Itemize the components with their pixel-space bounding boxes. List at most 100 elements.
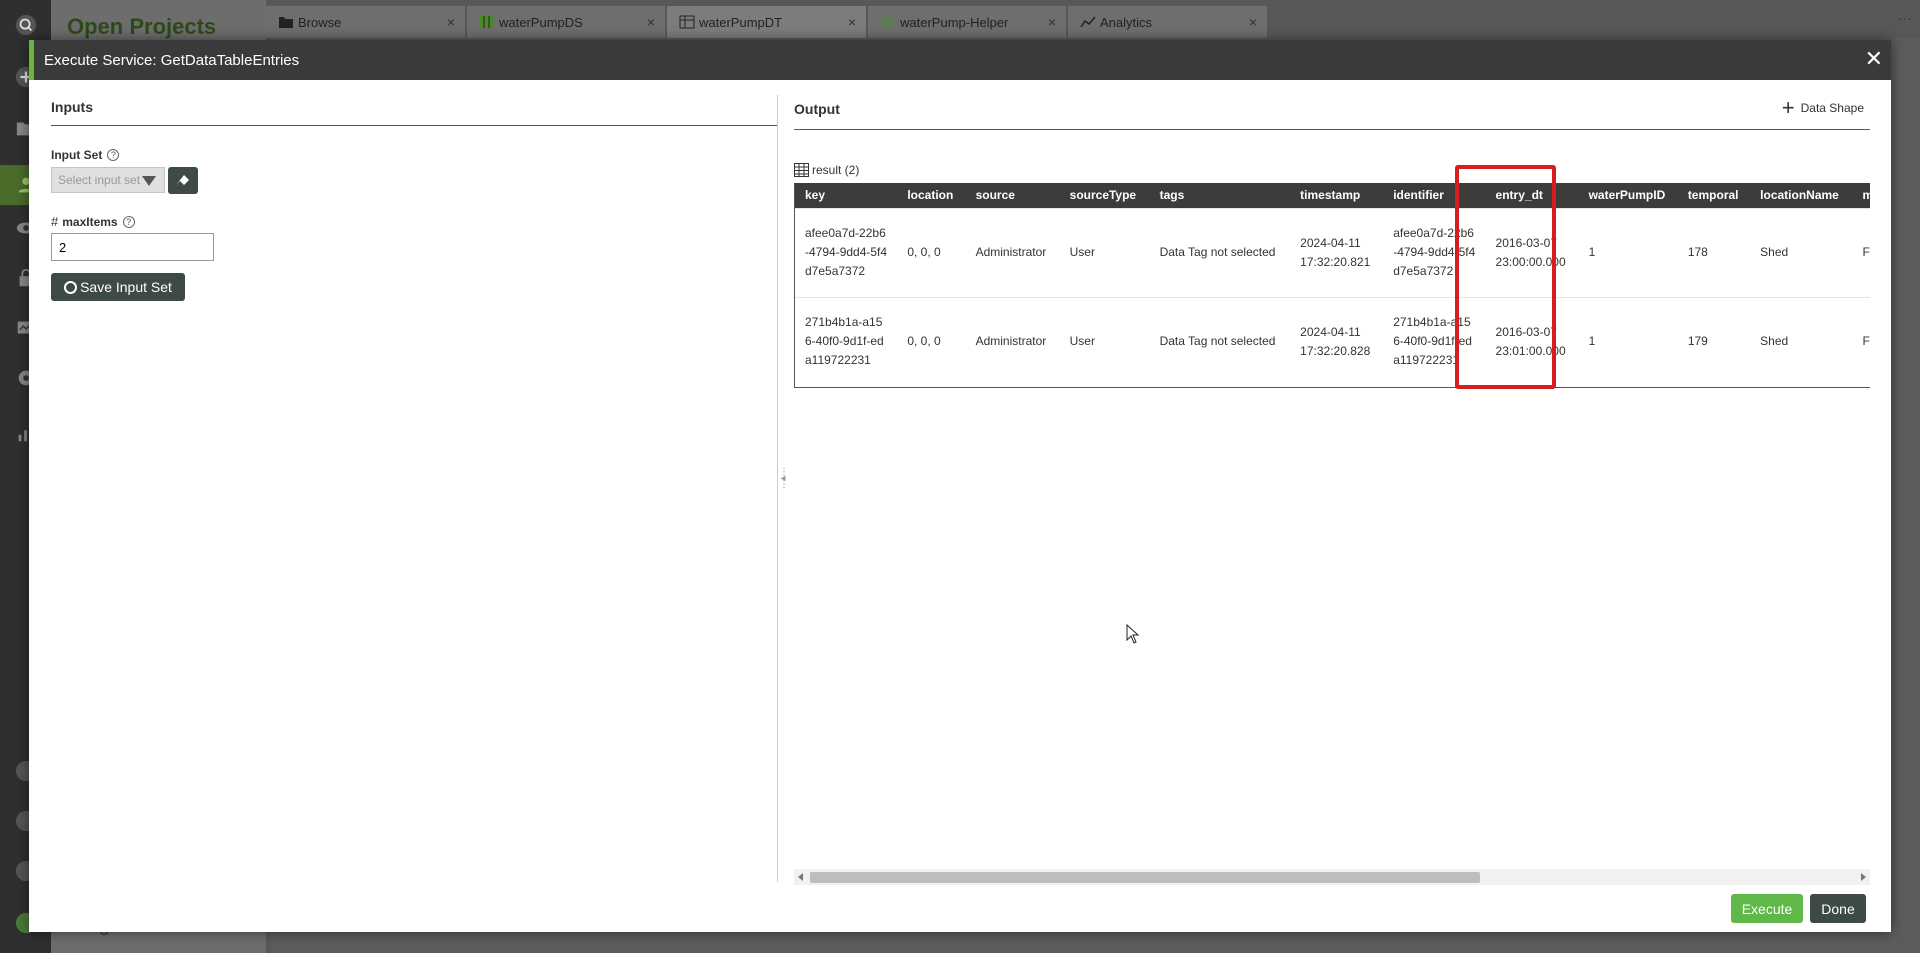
tab-label: waterPumpDS xyxy=(499,14,583,30)
horizontal-scrollbar[interactable] xyxy=(794,869,1870,885)
table-cell: 2024-04-11 17:32:20.828 xyxy=(1290,296,1384,386)
table-cell: Shed xyxy=(1750,207,1853,297)
close-icon[interactable]: × xyxy=(1249,14,1257,30)
datatable-icon xyxy=(679,15,695,29)
output-pane: Output + Data Shape result (2) key locat… xyxy=(794,95,1870,885)
execute-button[interactable]: Execute xyxy=(1731,894,1803,923)
close-icon[interactable]: × xyxy=(848,14,856,30)
table-cell: 178 xyxy=(1677,207,1751,297)
tab-waterpumpds[interactable]: waterPumpDS × xyxy=(467,6,666,38)
table-cell: afee0a7d-22b6-4794-9dd4-5f4d7e5a7372 xyxy=(795,207,898,297)
plus-icon: + xyxy=(1781,95,1795,120)
table-row[interactable]: afee0a7d-22b6-4794-9dd4-5f4d7e5a7372 0, … xyxy=(795,207,1870,297)
table-cell: 271b4b1a-a156-40f0-9d1f-eda119722231 xyxy=(1383,296,1486,386)
column-header[interactable]: timestamp xyxy=(1290,183,1384,208)
tab-waterpumpdt[interactable]: waterPumpDT × xyxy=(667,6,867,38)
table-cell: 0, 0, 0 xyxy=(897,207,966,297)
table-cell: 2016-03-07 23:01:00.000 xyxy=(1485,296,1579,386)
table-cell: Data Tag not selected xyxy=(1149,207,1291,297)
table-row[interactable]: 271b4b1a-a156-40f0-9d1f-eda119722231 0, … xyxy=(795,296,1870,386)
column-header[interactable]: locationName xyxy=(1750,183,1853,208)
search-icon[interactable] xyxy=(13,12,39,38)
help-icon[interactable]: ? xyxy=(107,149,120,161)
tab-label: Browse xyxy=(298,14,342,30)
done-button[interactable]: Done xyxy=(1810,894,1866,923)
tab-analytics[interactable]: Analytics × xyxy=(1068,6,1268,38)
data-shape-button[interactable]: + Data Shape xyxy=(1781,95,1864,120)
dialog-header: Execute Service: GetDataTableEntries xyxy=(29,40,1891,80)
table-cell: 0, 0, 0 xyxy=(897,296,966,386)
maxitems-label: # maxItems ? xyxy=(51,214,135,229)
maxitems-input[interactable] xyxy=(51,233,214,261)
table-cell: Administrator xyxy=(965,207,1060,297)
tab-label: waterPumpDT xyxy=(699,14,783,30)
folder-icon xyxy=(279,17,293,28)
chevron-down-icon xyxy=(142,176,156,186)
tab-waterpump-helper[interactable]: waterPump-Helper × xyxy=(868,6,1067,38)
scroll-right-icon[interactable] xyxy=(1861,873,1866,881)
mouse-cursor-icon xyxy=(1126,624,1140,644)
table-cell: Administrator xyxy=(965,296,1060,386)
table-cell: afee0a7d-22b6-4794-9dd4-5f4d7e5a7372 xyxy=(1383,207,1486,297)
table-cell: User xyxy=(1059,207,1150,297)
input-set-label: Input Set ? xyxy=(51,148,120,162)
inputs-title: Inputs xyxy=(51,95,777,126)
table-icon xyxy=(794,163,809,177)
table-cell: Shed xyxy=(1750,296,1853,386)
column-header[interactable]: temporal xyxy=(1677,183,1751,208)
table-cell: 2016-03-07 23:00:00.000 xyxy=(1485,207,1579,297)
tab-label: Analytics xyxy=(1100,14,1153,30)
eraser-icon xyxy=(177,174,189,186)
editor-tab-bar: Browse × waterPumpDS × waterPumpDT × wat… xyxy=(266,0,1920,38)
data-shape-label: Data Shape xyxy=(1800,101,1864,115)
close-icon[interactable]: ✕ xyxy=(1865,47,1883,71)
column-header[interactable]: tags xyxy=(1149,183,1291,208)
dialog-title: Execute Service: GetDataTableEntries xyxy=(44,51,300,69)
table-cell: 271b4b1a-a156-40f0-9d1f-eda119722231 xyxy=(795,296,898,386)
column-header[interactable]: entry_dt xyxy=(1485,183,1579,208)
execute-service-dialog: Execute Service: GetDataTableEntries ✕ I… xyxy=(29,40,1891,932)
column-header[interactable]: manufa xyxy=(1852,183,1870,208)
table-cell: 2024-04-11 17:32:20.821 xyxy=(1290,207,1384,297)
project-title: Open Projects xyxy=(67,14,217,39)
close-icon[interactable]: × xyxy=(647,14,655,30)
table-cell: Data Tag not selected xyxy=(1149,296,1291,386)
result-label: result (2) xyxy=(794,163,859,177)
save-circle-icon xyxy=(64,280,78,294)
close-icon[interactable]: × xyxy=(1048,14,1056,30)
column-header[interactable]: identifier xyxy=(1383,183,1486,208)
help-icon[interactable]: ? xyxy=(122,215,135,228)
save-input-set-label: Save Input Set xyxy=(80,279,172,295)
column-header[interactable]: waterPumpID xyxy=(1578,183,1678,208)
input-set-label-text: Input Set xyxy=(51,148,103,162)
column-header[interactable]: source xyxy=(965,183,1060,208)
inputs-pane: Inputs Input Set ? Select input set # ma… xyxy=(51,95,778,882)
number-type-icon: # xyxy=(51,214,59,229)
thing-icon xyxy=(882,16,894,28)
scroll-left-icon[interactable] xyxy=(798,873,803,881)
table-cell: 179 xyxy=(1677,296,1751,386)
table-cell: User xyxy=(1059,296,1150,386)
close-icon[interactable]: × xyxy=(447,14,455,30)
result-table: key location source sourceType tags time… xyxy=(794,183,1870,388)
analytics-icon xyxy=(1080,16,1096,28)
datastream-icon xyxy=(480,16,494,28)
more-tabs-icon[interactable]: ··· xyxy=(1898,10,1912,26)
output-title: Output xyxy=(794,95,1870,130)
result-label-text: result (2) xyxy=(812,163,860,177)
scrollbar-thumb[interactable] xyxy=(810,872,1480,883)
input-set-select[interactable]: Select input set xyxy=(51,167,165,193)
input-set-placeholder: Select input set xyxy=(58,173,141,187)
tab-label: waterPump-Helper xyxy=(900,14,1009,30)
clear-input-set-button[interactable] xyxy=(168,167,198,194)
save-input-set-button[interactable]: Save Input Set xyxy=(51,273,185,301)
tab-browse[interactable]: Browse × xyxy=(266,6,466,38)
table-header-row: key location source sourceType tags time… xyxy=(795,183,1870,208)
pane-splitter[interactable]: ⋮ ◂ ⋮ xyxy=(779,468,789,520)
column-header[interactable]: location xyxy=(897,183,966,208)
table-cell: Flowser xyxy=(1852,296,1870,386)
column-header[interactable]: sourceType xyxy=(1059,183,1150,208)
column-header[interactable]: key xyxy=(795,183,898,208)
maxitems-label-text: maxItems xyxy=(62,214,118,229)
table-cell: Flowser xyxy=(1852,207,1870,297)
